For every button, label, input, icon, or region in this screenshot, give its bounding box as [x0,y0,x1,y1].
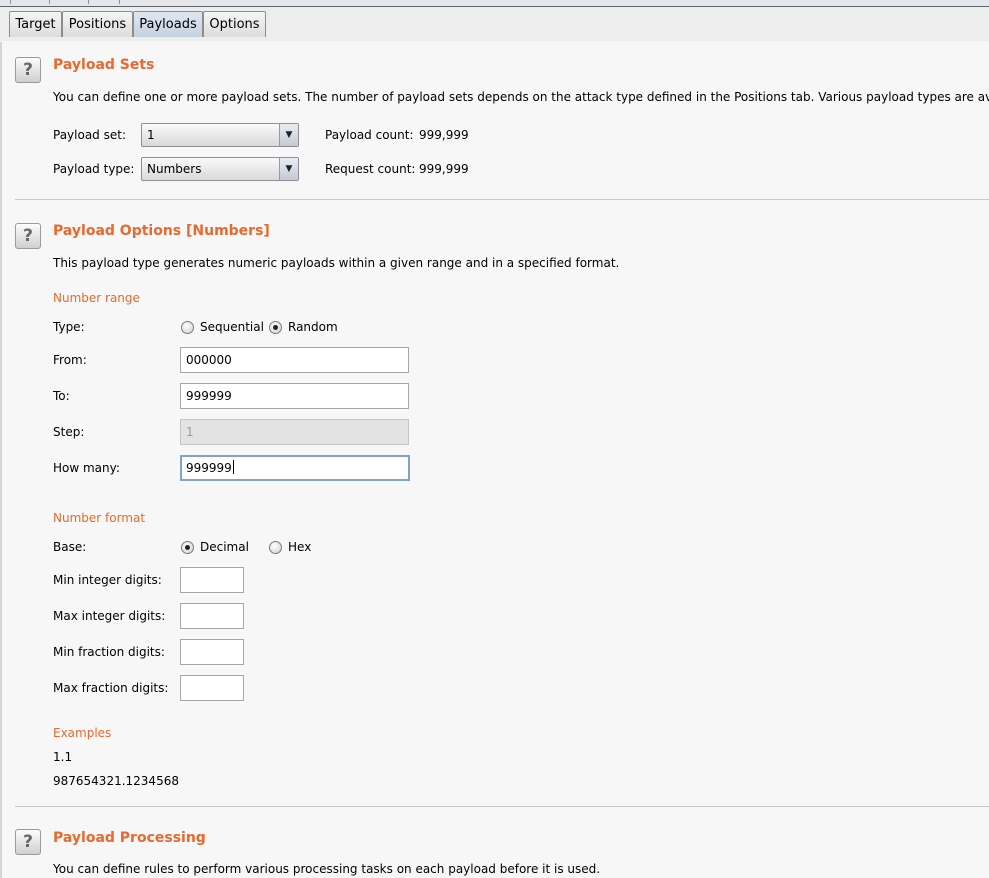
hex-radio-label[interactable]: Hex [288,540,311,554]
random-radio[interactable] [269,321,282,334]
examples-title: Examples [53,726,112,740]
tab-target[interactable]: Target [9,11,62,37]
min-fraction-digits-input[interactable] [180,639,244,665]
range-type-label: Type: [53,320,85,334]
payload-sets-description: You can define one or more payload sets.… [53,90,989,104]
help-question-icon[interactable]: ? [15,829,41,855]
from-input[interactable]: 000000 [180,347,409,373]
sequential-radio-label[interactable]: Sequential [200,320,264,334]
sequential-radio[interactable] [181,321,194,334]
section-divider [15,806,989,807]
max-integer-digits-label: Max integer digits: [53,609,166,623]
tab-positions[interactable]: Positions [62,11,133,37]
number-range-title: Number range [53,291,140,305]
intruder-payloads-window: Target Positions Payloads Options ? Payl… [0,0,989,878]
chevron-down-icon[interactable]: ▼ [279,124,298,146]
base-label: Base: [53,540,87,554]
how-many-value: 999999 [186,461,232,475]
payload-options-description: This payload type generates numeric payl… [53,256,620,270]
to-label: To: [53,389,70,403]
payload-type-dropdown[interactable]: Numbers ▼ [141,157,299,181]
min-fraction-digits-label: Min fraction digits: [53,645,165,659]
how-many-label: How many: [53,461,120,475]
example-value: 987654321.1234568 [53,774,179,788]
payload-options-title: Payload Options [Numbers] [53,223,270,239]
to-input[interactable]: 999999 [180,383,409,409]
random-radio-label[interactable]: Random [288,320,338,334]
payload-count-value: 999,999 [419,128,469,142]
tab-payloads[interactable]: Payloads [133,11,203,37]
step-label: Step: [53,425,85,439]
help-question-icon[interactable]: ? [15,57,41,83]
step-input: 1 [180,419,409,445]
hex-radio[interactable] [269,541,282,554]
parent-tab-stub[interactable] [88,0,120,4]
from-label: From: [53,353,87,367]
example-value: 1.1 [53,750,73,764]
request-count-value: 999,999 [419,162,469,176]
decimal-radio-label[interactable]: Decimal [200,540,249,554]
payload-processing-title: Payload Processing [53,830,206,846]
max-integer-digits-input[interactable] [180,603,244,629]
payload-set-label: Payload set: [53,128,126,142]
help-question-icon[interactable]: ? [15,223,41,249]
payloads-panel: ? Payload Sets You can define one or mor… [0,42,989,878]
parent-tab-strip [0,0,989,7]
chevron-down-icon[interactable]: ▼ [279,158,298,180]
payload-set-value: 1 [147,128,155,142]
parent-tab-stub[interactable] [10,0,50,4]
request-count-label: Request count: [325,162,416,176]
text-caret [232,460,234,474]
payload-processing-description: You can define rules to perform various … [53,862,601,876]
number-format-title: Number format [53,511,146,525]
section-divider [15,199,989,200]
payload-type-label: Payload type: [53,162,135,176]
decimal-radio[interactable] [181,541,194,554]
max-fraction-digits-label: Max fraction digits: [53,681,169,695]
tab-bar: Target Positions Payloads Options [0,7,989,48]
how-many-input[interactable]: 999999 [180,455,410,481]
payload-count-label: Payload count: [325,128,414,142]
max-fraction-digits-input[interactable] [180,675,244,701]
payload-type-value: Numbers [147,162,202,176]
payload-set-dropdown[interactable]: 1 ▼ [141,123,299,147]
min-integer-digits-label: Min integer digits: [53,573,162,587]
min-integer-digits-input[interactable] [180,567,244,593]
payload-sets-title: Payload Sets [53,57,155,73]
tab-options[interactable]: Options [203,11,266,37]
